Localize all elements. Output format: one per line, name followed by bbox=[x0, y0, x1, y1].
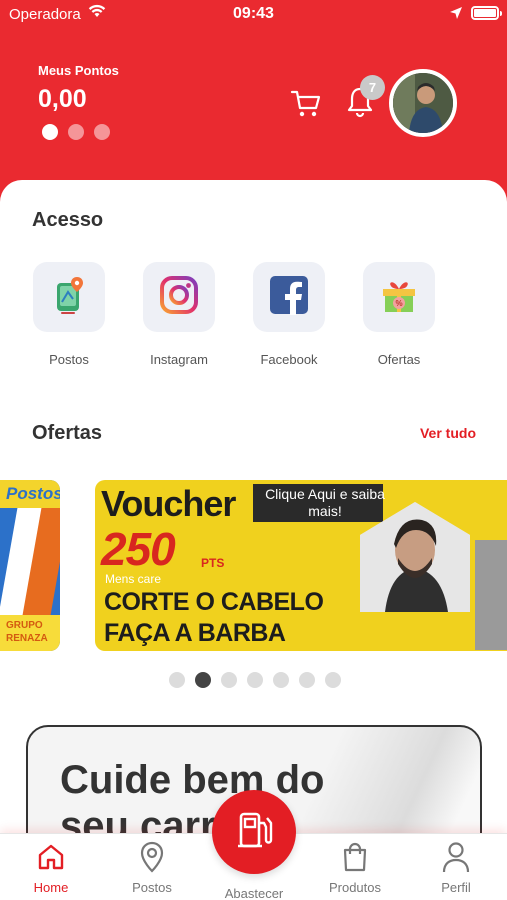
cart-icon[interactable] bbox=[290, 88, 322, 123]
shortcut-instagram[interactable]: Instagram bbox=[142, 262, 216, 367]
carousel-dot[interactable] bbox=[299, 672, 315, 688]
fuel-pump-button[interactable] bbox=[212, 790, 296, 874]
points-label: Meus Pontos bbox=[38, 63, 119, 78]
shortcut-postos[interactable]: Postos bbox=[32, 262, 106, 367]
instagram-icon bbox=[159, 275, 199, 320]
shortcut-facebook[interactable]: Facebook bbox=[252, 262, 326, 367]
shortcut-ofertas[interactable]: % Ofertas bbox=[362, 262, 436, 367]
shortcut-label: Facebook bbox=[260, 352, 318, 367]
tab-label: Home bbox=[33, 880, 69, 895]
offer-banner-prev[interactable]: Postos GRUPO RENAZA bbox=[0, 480, 60, 651]
offer-banner-voucher[interactable]: Voucher Clique Aqui e saiba mais! 250 PT… bbox=[95, 480, 507, 651]
status-bar: Operadora 09:43 bbox=[0, 0, 507, 28]
tab-home[interactable]: Home bbox=[11, 840, 91, 895]
tab-label: Perfil bbox=[441, 880, 471, 895]
tab-label: Postos bbox=[132, 880, 172, 895]
tab-produtos[interactable]: Produtos bbox=[315, 840, 395, 895]
carousel-dot[interactable] bbox=[169, 672, 185, 688]
shortcut-label: Instagram bbox=[150, 352, 208, 367]
banner-headline: Voucher bbox=[101, 483, 236, 524]
carousel-dot[interactable] bbox=[325, 672, 341, 688]
fuel-pump-icon bbox=[234, 809, 274, 856]
banner-brand: Mens care bbox=[105, 572, 162, 586]
shortcut-tile[interactable]: % bbox=[363, 262, 435, 332]
banner-prev-bottom-text: GRUPO RENAZA bbox=[0, 615, 60, 651]
tab-label: Produtos bbox=[328, 880, 382, 895]
banner-line-2: FAÇA A BARBA bbox=[104, 619, 286, 647]
header-pager-dot[interactable] bbox=[42, 124, 58, 140]
battery-icon bbox=[471, 6, 502, 20]
notification-badge: 7 bbox=[360, 75, 385, 100]
banner-cta: Clique Aqui e saiba mais! bbox=[265, 486, 385, 519]
access-section-title: Acesso bbox=[32, 209, 104, 231]
points-value: 0,00 bbox=[38, 85, 87, 113]
banner-points-unit: PTS bbox=[201, 556, 225, 570]
header-pager-dot[interactable] bbox=[68, 124, 84, 140]
shopping-bag-icon bbox=[315, 840, 395, 874]
map-pin-icon bbox=[112, 840, 192, 874]
see-all-link[interactable]: Ver tudo bbox=[420, 425, 476, 441]
banner-points: 250 bbox=[101, 523, 176, 575]
banner-photo bbox=[475, 540, 507, 650]
banner-line-1: CORTE O CABELO bbox=[104, 588, 324, 616]
carousel-dot[interactable] bbox=[247, 672, 263, 688]
header-pager-dot[interactable] bbox=[94, 124, 110, 140]
gift-icon: % bbox=[379, 275, 419, 320]
facebook-icon bbox=[269, 275, 309, 320]
user-icon bbox=[416, 840, 496, 874]
avatar[interactable] bbox=[389, 69, 457, 137]
shortcut-tile[interactable] bbox=[253, 262, 325, 332]
header-pager-dots bbox=[42, 124, 110, 140]
shortcut-tile[interactable] bbox=[143, 262, 215, 332]
offers-carousel-dots bbox=[169, 672, 341, 688]
map-pin-icon bbox=[51, 275, 87, 320]
tab-label: Abastecer bbox=[224, 886, 284, 900]
tab-abastecer[interactable]: Abastecer bbox=[214, 880, 294, 900]
shortcut-label: Postos bbox=[49, 352, 89, 367]
banner-prev-top-text: Postos bbox=[0, 480, 60, 508]
carousel-dot[interactable] bbox=[195, 672, 211, 688]
shortcut-label: Ofertas bbox=[377, 352, 421, 367]
carousel-dot[interactable] bbox=[221, 672, 237, 688]
home-icon bbox=[11, 840, 91, 874]
clock: 09:43 bbox=[233, 5, 274, 22]
location-arrow-icon bbox=[449, 6, 463, 24]
shortcut-tile[interactable] bbox=[33, 262, 105, 332]
tab-postos[interactable]: Postos bbox=[112, 840, 192, 895]
access-shortcuts: Postos Instagram Facebook % Ofertas bbox=[32, 262, 436, 367]
tab-perfil[interactable]: Perfil bbox=[416, 840, 496, 895]
svg-text:%: % bbox=[395, 299, 402, 308]
offers-section-title: Ofertas bbox=[32, 422, 103, 444]
carousel-dot[interactable] bbox=[273, 672, 289, 688]
